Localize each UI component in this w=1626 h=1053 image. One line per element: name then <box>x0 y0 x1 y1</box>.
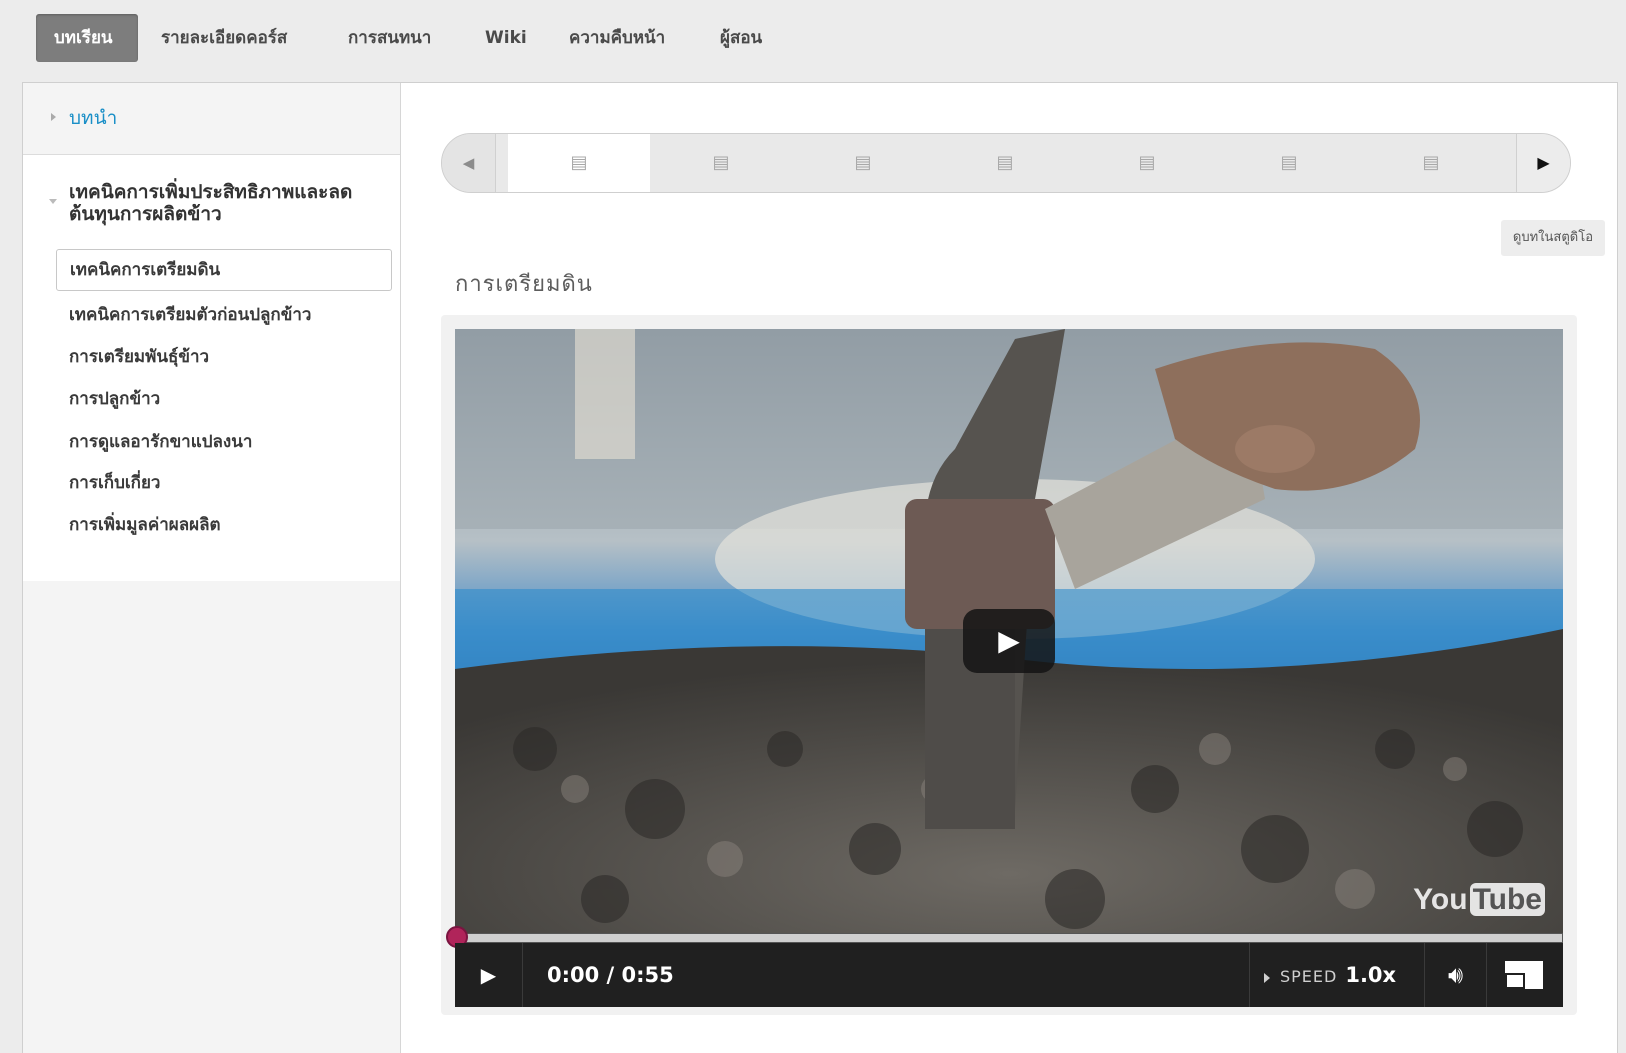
video-controls: ▶ 0:00 / 0:55 SPEED 1.0x 🔊︎ <box>455 943 1563 1007</box>
chapter-label[interactable]: บทนำ <box>69 103 117 133</box>
speed-button[interactable]: SPEED 1.0x <box>1249 943 1425 1007</box>
lesson-item[interactable]: การปลูกข้าว <box>69 385 160 412</box>
view-in-studio-button[interactable]: ดูบทในสตูดิโอ <box>1500 220 1605 256</box>
sequence-item[interactable]: ▤ <box>508 134 650 192</box>
fullscreen-icon <box>1505 961 1543 989</box>
chapter-intro[interactable]: บทนำ <box>23 83 400 155</box>
play-icon: ▶ <box>480 963 497 987</box>
lesson-item[interactable]: เทคนิคการเตรียมตัวก่อนปลูกข้าว <box>69 301 311 328</box>
triangle-right-icon <box>1264 972 1270 983</box>
film-icon: ▤ <box>712 152 730 173</box>
play-overlay-button[interactable]: ▶ <box>963 609 1055 673</box>
sequence-item[interactable]: ▤ <box>1218 134 1360 192</box>
youtube-logo: You Tube <box>1413 883 1545 917</box>
play-button[interactable]: ▶ <box>455 943 523 1007</box>
lesson-item[interactable]: การเก็บเกี่ยว <box>69 469 160 496</box>
video-time: 0:00 / 0:55 <box>547 963 674 987</box>
volume-button[interactable]: 🔊︎ <box>1425 943 1487 1007</box>
lesson-item[interactable]: การเตรียมพันธุ์ข้าว <box>69 343 209 370</box>
lesson-item[interactable]: การดูแลอารักขาแปลงนา <box>69 428 252 455</box>
video-frame[interactable]: ▶ You Tube <box>455 329 1563 935</box>
course-content: ◀ ▤ ▤ ▤ ▤ ▤ ▤ ▤ ▶ ดูบทในสตูดิโอ การเตรีย… <box>401 83 1619 1053</box>
course-tabs: บทเรียน รายละเอียดคอร์ส การสนทนา Wiki คว… <box>0 0 1626 82</box>
chapter-label[interactable]: เทคนิคการเพิ่มประสิทธิภาพและลดต้นทุนการผ… <box>69 181 379 225</box>
film-icon: ▤ <box>1422 152 1440 173</box>
film-icon: ▤ <box>1280 152 1298 173</box>
sequence-nav: ◀ ▤ ▤ ▤ ▤ ▤ ▤ ▤ ▶ <box>441 133 1571 193</box>
film-icon: ▤ <box>996 152 1014 173</box>
volume-icon: 🔊︎ <box>1447 961 1464 989</box>
tab-discussion[interactable]: การสนทนา <box>348 14 431 62</box>
course-container: บทนำ เทคนิคการเพิ่มประสิทธิภาพและลดต้นทุ… <box>22 82 1618 1053</box>
tab-course-info[interactable]: รายละเอียดคอร์ส <box>161 14 287 62</box>
expanded-triangle-icon <box>49 199 57 204</box>
tab-wiki[interactable]: Wiki <box>485 14 527 62</box>
video-scrubber[interactable] <box>455 933 1563 943</box>
triangle-left-icon: ◀ <box>462 154 475 172</box>
lesson-item-active[interactable]: เทคนิคการเตรียมดิน <box>56 249 392 291</box>
tab-instructor[interactable]: ผู้สอน <box>720 14 762 62</box>
speed-label: SPEED <box>1280 967 1338 986</box>
speed-value: 1.0x <box>1345 963 1397 987</box>
film-icon: ▤ <box>854 152 872 173</box>
film-icon: ▤ <box>570 152 588 173</box>
lesson-item[interactable]: การเพิ่มมูลค่าผลผลิต <box>69 511 221 538</box>
sequence-item[interactable]: ▤ <box>934 134 1076 192</box>
video-player: ▶ You Tube ▶ 0:00 / 0:55 SPEED 1.0x 🔊︎ <box>441 315 1577 1015</box>
collapsed-triangle-icon <box>51 113 56 121</box>
sequence-item[interactable]: ▤ <box>1076 134 1218 192</box>
sequence-item[interactable]: ▤ <box>1360 134 1502 192</box>
tab-courseware[interactable]: บทเรียน <box>36 14 138 62</box>
play-icon: ▶ <box>998 624 1020 657</box>
film-icon: ▤ <box>1138 152 1156 173</box>
sequence-item[interactable]: ▤ <box>792 134 934 192</box>
course-sidebar: บทนำ เทคนิคการเพิ่มประสิทธิภาพและลดต้นทุ… <box>23 83 401 1053</box>
sequence-prev-button[interactable]: ◀ <box>442 134 496 192</box>
tab-progress[interactable]: ความคืบหน้า <box>569 14 665 62</box>
fullscreen-button[interactable] <box>1487 943 1563 1007</box>
unit-title: การเตรียมดิน <box>455 272 593 297</box>
sequence-next-button[interactable]: ▶ <box>1516 134 1570 192</box>
sequence-item[interactable]: ▤ <box>650 134 792 192</box>
triangle-right-icon: ▶ <box>1537 153 1550 172</box>
